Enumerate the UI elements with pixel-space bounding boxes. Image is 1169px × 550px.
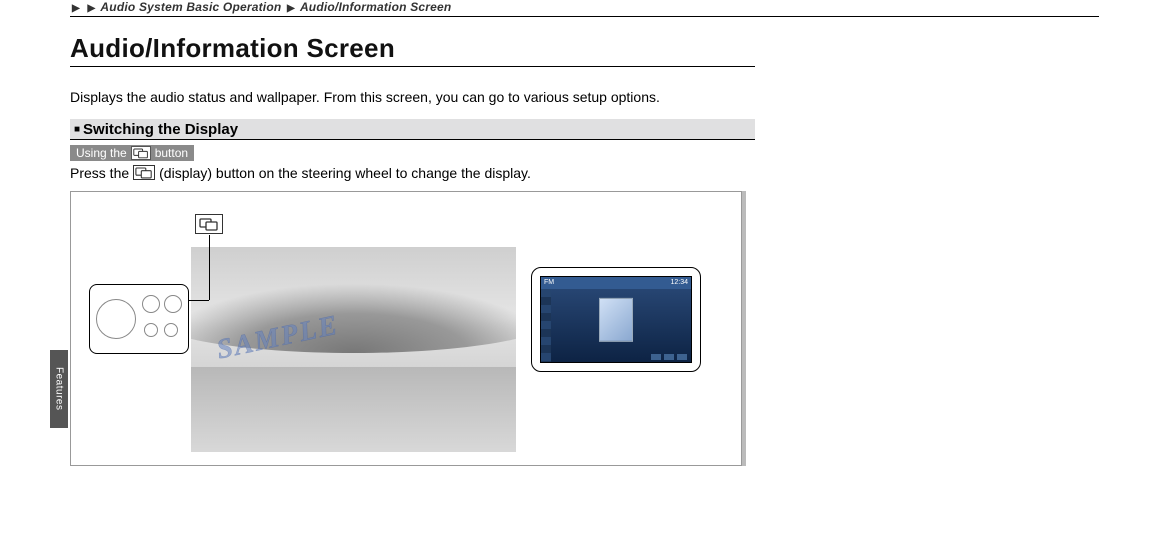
side-tab-features: Features (50, 350, 68, 428)
inset-clock: 12:34 (670, 279, 688, 286)
callout-line-vertical (209, 235, 210, 300)
instruction-line: Press the (display) button on the steeri… (70, 165, 1099, 181)
album-art-icon (599, 298, 633, 342)
steering-wheel-inset (89, 284, 189, 354)
display-button-icon (133, 165, 155, 180)
subheading: Switching the Display (83, 121, 238, 138)
grey-tag: Using the button (70, 145, 194, 161)
breadcrumb-arrow-icon: ▶ (85, 3, 97, 14)
tag-prefix: Using the (76, 146, 127, 160)
dashboard-photo (191, 247, 516, 452)
page-title-row: Audio/Information Screen (70, 33, 755, 67)
display-button-icon (131, 146, 151, 160)
breadcrumb-item-1: Audio System Basic Operation (100, 0, 281, 14)
breadcrumb-arrow-icon: ▶ (285, 3, 297, 14)
instruction-suffix: (display) button on the steering wheel t… (159, 165, 531, 181)
intro-text: Displays the audio status and wallpaper.… (70, 89, 790, 107)
breadcrumb: ▶ ▶ Audio System Basic Operation ▶ Audio… (70, 0, 1099, 16)
breadcrumb-arrow-icon: ▶ (70, 3, 82, 14)
top-divider (70, 16, 1099, 17)
screen-inset: FM 12:34 (531, 267, 701, 372)
square-bullet-icon: ■ (74, 124, 80, 135)
tag-suffix: button (155, 146, 188, 160)
callout-display-icon (195, 214, 223, 234)
breadcrumb-item-2: Audio/Information Screen (300, 0, 451, 14)
instruction-prefix: Press the (70, 165, 129, 181)
inset-band-label: FM (544, 279, 554, 286)
page-title: Audio/Information Screen (70, 33, 755, 64)
subheading-bar: ■ Switching the Display (70, 119, 755, 140)
figure-box: SAMPLE FM 12:34 (70, 191, 742, 466)
screen-panel: FM 12:34 (540, 276, 692, 363)
